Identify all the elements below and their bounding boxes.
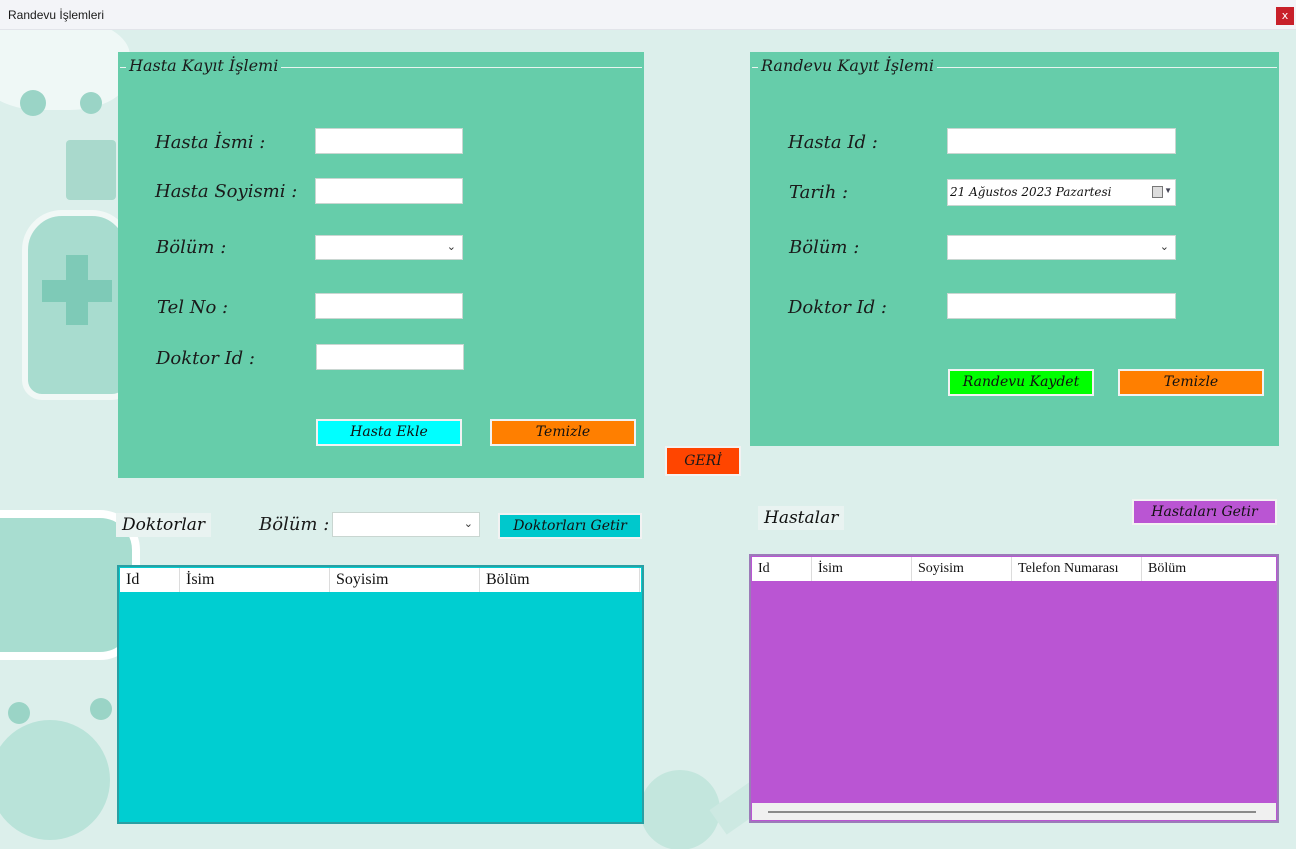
randevu-kaydet-button[interactable]: Randevu Kaydet (948, 369, 1094, 396)
column-header-isim[interactable]: İsim (812, 557, 912, 581)
close-button[interactable]: x (1276, 7, 1294, 25)
doktorlari-getir-button[interactable]: Doktorları Getir (498, 513, 642, 539)
column-header-id[interactable]: Id (752, 557, 812, 581)
chevron-down-icon: ⌄ (463, 517, 473, 530)
randevu-hasta-id-input[interactable] (947, 128, 1176, 154)
column-header-bolum[interactable]: Bölüm (480, 568, 640, 592)
hasta-kayit-title: Hasta Kayıt İşlemi (126, 56, 282, 75)
randevu-tarih-value: 21 Ağustos 2023 Pazartesi (950, 185, 1112, 199)
doktorlar-grid[interactable]: Id İsim Soyisim Bölüm (117, 565, 644, 824)
doktorlar-title: Doktorlar (116, 513, 212, 537)
randevu-temizle-button[interactable]: Temizle (1118, 369, 1264, 396)
hasta-soyisim-input[interactable] (315, 178, 463, 204)
hasta-doktor-label: Doktor Id : (156, 348, 255, 369)
randevu-bolum-label: Bölüm : (789, 237, 860, 258)
doktorlar-grid-header: Id İsim Soyisim Bölüm (120, 568, 641, 592)
scrollbar-thumb[interactable] (768, 811, 1256, 813)
hasta-kayit-panel (118, 52, 644, 478)
randevu-tarih-label: Tarih : (789, 182, 849, 203)
hasta-bolum-label: Bölüm : (156, 237, 227, 258)
hastalar-grid-header: Id İsim Soyisim Telefon Numarası Bölüm (752, 557, 1276, 581)
randevu-doktor-id-input[interactable] (947, 293, 1176, 319)
column-header-bolum[interactable]: Bölüm (1142, 557, 1276, 581)
hasta-bolum-select[interactable]: ⌄ (315, 235, 463, 260)
hasta-soyisim-label: Hasta Soyismi : (155, 181, 298, 202)
doktorlar-bolum-label: Bölüm : (259, 514, 330, 535)
hasta-doktor-input[interactable] (316, 344, 464, 370)
hasta-tel-input[interactable] (315, 293, 463, 319)
hasta-isim-label: Hasta İsmi : (155, 132, 266, 153)
hastalar-title: Hastalar (758, 506, 845, 530)
column-header-soyisim[interactable]: Soyisim (912, 557, 1012, 581)
window-title: Randevu İşlemleri (8, 8, 105, 22)
randevu-bolum-select[interactable]: ⌄ (947, 235, 1176, 260)
window-titlebar: Randevu İşlemleri x (0, 0, 1296, 30)
dropdown-arrow-icon: ▼ (1164, 186, 1172, 195)
hasta-temizle-button[interactable]: Temizle (490, 419, 636, 446)
geri-button[interactable]: GERİ (665, 446, 741, 476)
column-header-isim[interactable]: İsim (180, 568, 330, 592)
horizontal-scrollbar[interactable] (752, 803, 1276, 820)
randevu-doktor-id-label: Doktor Id : (788, 297, 887, 318)
hastalari-getir-button[interactable]: Hastaları Getir (1132, 499, 1277, 525)
hasta-isim-input[interactable] (315, 128, 463, 154)
randevu-hasta-id-label: Hasta Id : (788, 132, 878, 153)
chevron-down-icon: ⌄ (1159, 240, 1169, 253)
hasta-tel-label: Tel No : (157, 297, 229, 318)
chevron-down-icon: ⌄ (446, 240, 456, 253)
randevu-kayit-title: Randevu Kayıt İşlemi (758, 56, 937, 75)
column-header-telefon[interactable]: Telefon Numarası (1012, 557, 1142, 581)
hasta-ekle-button[interactable]: Hasta Ekle (316, 419, 462, 446)
column-header-soyisim[interactable]: Soyisim (330, 568, 480, 592)
randevu-tarih-picker[interactable]: 21 Ağustos 2023 Pazartesi ▼ (947, 179, 1176, 206)
column-header-id[interactable]: Id (120, 568, 180, 592)
calendar-icon (1152, 186, 1163, 198)
doktorlar-bolum-select[interactable]: ⌄ (332, 512, 480, 537)
hastalar-grid[interactable]: Id İsim Soyisim Telefon Numarası Bölüm (749, 554, 1279, 823)
